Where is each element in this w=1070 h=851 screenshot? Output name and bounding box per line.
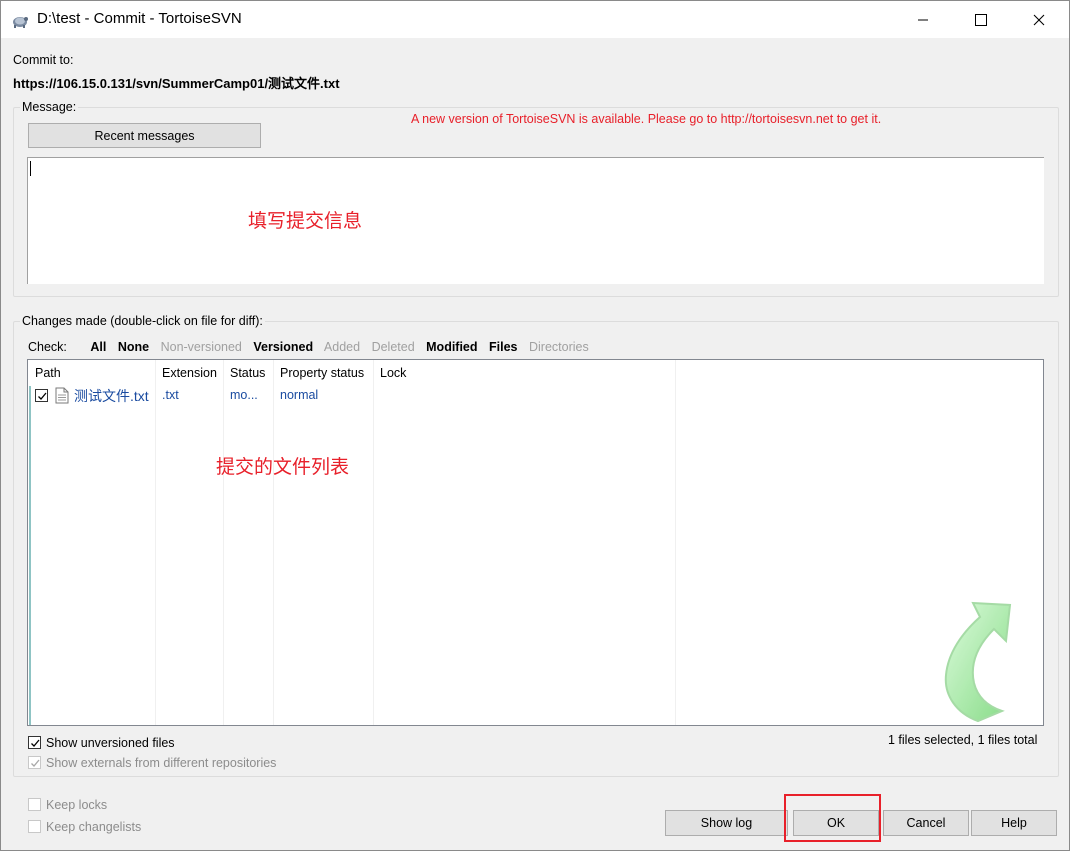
- cancel-button[interactable]: Cancel: [883, 810, 969, 836]
- keep-changelists-label[interactable]: Keep changelists: [46, 820, 141, 834]
- checkmark-icon: [38, 392, 47, 400]
- cell-extension: .txt: [162, 388, 179, 402]
- cell-status: mo...: [230, 388, 258, 402]
- selection-summary: 1 files selected, 1 files total: [888, 733, 1038, 747]
- text-file-icon: [55, 387, 69, 404]
- filter-versioned[interactable]: Versioned: [253, 340, 313, 354]
- message-annotation: 填写提交信息: [248, 210, 363, 232]
- check-label: Check:: [28, 340, 67, 354]
- update-notice[interactable]: A new version of TortoiseSVN is availabl…: [411, 112, 881, 126]
- show-unversioned-label[interactable]: Show unversioned files: [46, 736, 175, 750]
- window-title: D:\test - Commit - TortoiseSVN: [37, 10, 242, 27]
- filter-all[interactable]: All: [90, 340, 106, 354]
- cell-path: 测试文件.txt: [74, 388, 149, 404]
- message-group-label: Message:: [20, 100, 79, 114]
- recent-messages-button[interactable]: Recent messages: [28, 123, 261, 148]
- checkmark-icon: [31, 759, 40, 767]
- row-checkbox[interactable]: [35, 389, 48, 402]
- filter-directories[interactable]: Directories: [529, 340, 589, 354]
- show-log-button[interactable]: Show log: [665, 810, 788, 836]
- commit-arrow-icon: [944, 601, 1012, 723]
- commit-dialog: D:\test - Commit - TortoiseSVN Commit to…: [0, 0, 1070, 851]
- maximize-icon: [975, 13, 987, 26]
- minimize-icon: [918, 19, 928, 20]
- show-unversioned-checkbox[interactable]: [28, 736, 41, 749]
- minimize-button[interactable]: [900, 1, 946, 38]
- filter-deleted[interactable]: Deleted: [372, 340, 415, 354]
- maximize-button[interactable]: [958, 1, 1004, 38]
- close-button[interactable]: [1016, 1, 1062, 38]
- changes-group-label: Changes made (double-click on file for d…: [20, 314, 265, 328]
- column-header-extension[interactable]: Extension: [162, 366, 217, 380]
- column-header-status[interactable]: Status: [230, 366, 265, 380]
- commit-message-input[interactable]: 填写提交信息: [27, 157, 1044, 284]
- file-list[interactable]: Path Extension Status Property status Lo…: [27, 359, 1044, 726]
- filter-modified[interactable]: Modified: [426, 340, 477, 354]
- checkmark-icon: [31, 739, 40, 747]
- column-header-path[interactable]: Path: [35, 366, 61, 380]
- filter-non-versioned[interactable]: Non-versioned: [161, 340, 242, 354]
- help-button[interactable]: Help: [971, 810, 1057, 836]
- file-list-annotation: 提交的文件列表: [216, 456, 350, 478]
- column-header-property-status[interactable]: Property status: [280, 366, 364, 380]
- keep-locks-checkbox[interactable]: [28, 798, 41, 811]
- commit-to-label: Commit to:: [13, 53, 74, 67]
- filter-added[interactable]: Added: [324, 340, 360, 354]
- title-bar[interactable]: D:\test - Commit - TortoiseSVN: [1, 1, 1069, 38]
- text-caret: [30, 161, 31, 176]
- cell-property-status: normal: [280, 388, 319, 402]
- filter-files[interactable]: Files: [489, 340, 518, 354]
- commit-url: https://106.15.0.131/svn/SummerCamp01/测试…: [13, 76, 340, 91]
- show-externals-label[interactable]: Show externals from different repositori…: [46, 756, 276, 770]
- keep-locks-label[interactable]: Keep locks: [46, 798, 107, 812]
- tortoisesvn-logo-icon: [13, 17, 28, 28]
- check-filter-row: Check: All None Non-versioned Versioned …: [28, 340, 597, 354]
- close-icon: [1033, 14, 1045, 25]
- keep-changelists-checkbox[interactable]: [28, 820, 41, 833]
- filter-none[interactable]: None: [118, 340, 149, 354]
- show-externals-checkbox[interactable]: [28, 756, 41, 769]
- column-header-lock[interactable]: Lock: [380, 366, 406, 380]
- ok-button-highlight: [784, 794, 881, 842]
